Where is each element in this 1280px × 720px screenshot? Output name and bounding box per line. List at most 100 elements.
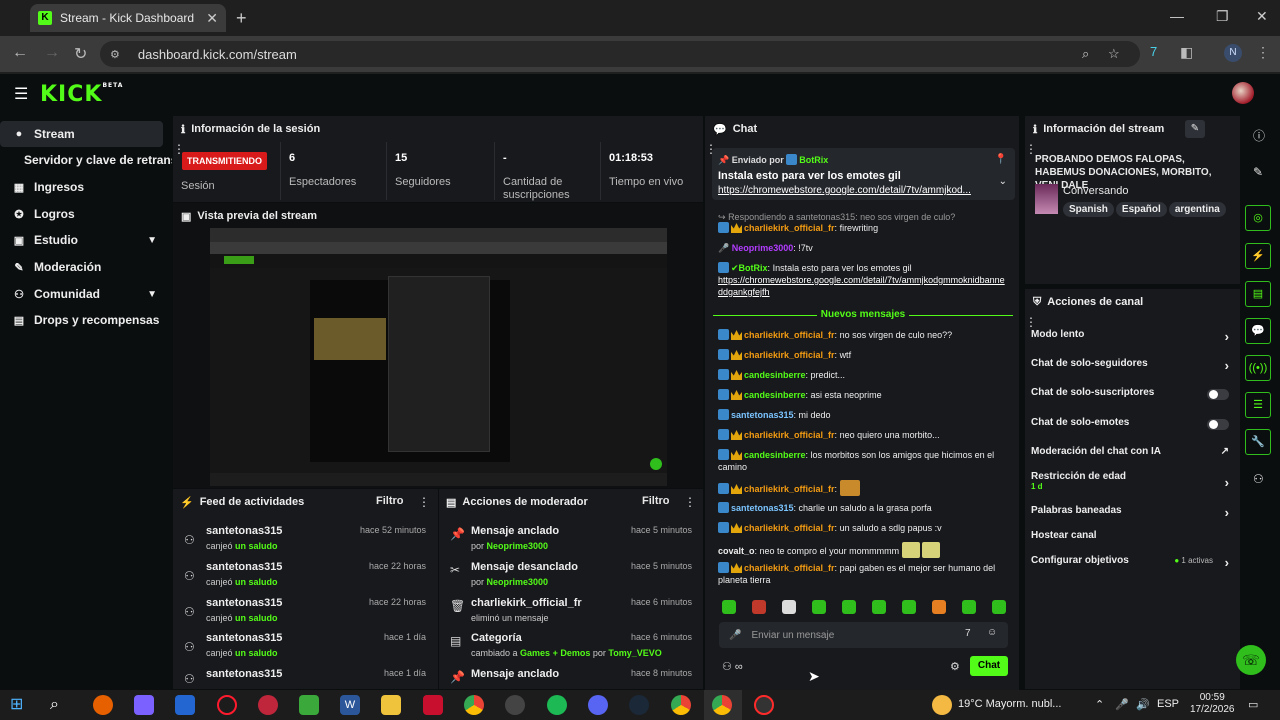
clip-icon[interactable]: ◎ — [1245, 205, 1271, 231]
close-window-icon[interactable]: ✕ — [1256, 8, 1268, 25]
chat-settings-gear-icon[interactable]: ⚙ — [950, 660, 960, 673]
action-ai-moderation[interactable]: Moderación del chat con IA ↗ — [1031, 446, 1229, 464]
pinned-link[interactable]: https://chromewebstore.google.com/detail… — [718, 185, 988, 196]
minimize-icon[interactable]: — — [1170, 8, 1184, 24]
forward-icon[interactable]: → — [44, 44, 60, 62]
discord-icon[interactable] — [588, 695, 608, 715]
zoom-icon[interactable]: ⌕ — [1082, 46, 1089, 62]
search-icon[interactable]: ⌕ — [50, 695, 70, 715]
emote-quick-icon[interactable] — [812, 600, 826, 614]
profile-avatar[interactable]: N — [1224, 44, 1242, 62]
user-avatar[interactable] — [1232, 82, 1254, 104]
chat-message[interactable]: charliekirk_official_fr: wtf — [718, 349, 1008, 361]
pinned-message[interactable]: 📌 Enviado por BotRix Instala esto para v… — [712, 148, 1015, 200]
chat-bubble-icon[interactable]: 💬 — [1245, 318, 1271, 344]
emotes-only-toggle[interactable] — [1207, 419, 1229, 430]
chat-message[interactable]: ✔BotRix: Instala esto para ver los emote… — [718, 262, 1008, 298]
action-slow-mode[interactable]: Modo lento › — [1031, 329, 1229, 347]
sidebar-item-logros[interactable]: ✪ Logros — [0, 201, 163, 227]
new-tab-icon[interactable]: + — [236, 8, 247, 29]
chat-message-input[interactable]: 🎤 Enviar un mensaje 7 ☺ — [719, 622, 1008, 648]
stream-preview-video[interactable] — [210, 228, 667, 486]
sidebar-item-comunidad[interactable]: ⚇ Comunidad ▼ — [0, 281, 163, 307]
chat-message[interactable]: charliekirk_official_fr: neo quiero una … — [718, 429, 1008, 441]
browser-tab[interactable]: K Stream - Kick Dashboard ✕ — [30, 4, 226, 32]
obs-icon[interactable] — [754, 695, 774, 715]
opera-icon[interactable] — [217, 695, 237, 715]
app-icon[interactable] — [423, 695, 443, 715]
menu-kebab-icon[interactable]: ⋮ — [1256, 44, 1270, 61]
emote-quick-icon[interactable] — [842, 600, 856, 614]
clipboard-icon[interactable]: ▤ — [1245, 281, 1271, 307]
extensions-puzzle-icon[interactable]: ◧ — [1180, 44, 1193, 61]
tray-chevron-icon[interactable]: ⌃ — [1095, 698, 1104, 711]
tools-icon[interactable]: 🔧 — [1245, 429, 1271, 455]
mod-menu-icon[interactable]: ⋮ — [684, 495, 696, 509]
chat-message[interactable]: covalt_o: neo te compro el your mommmmm — [718, 542, 1008, 558]
edit-pencil-icon[interactable]: ✎ — [1185, 120, 1205, 138]
site-info-icon[interactable]: ⚙ — [110, 48, 120, 61]
info-icon[interactable]: ⓘ — [1253, 127, 1265, 144]
close-tab-icon[interactable]: ✕ — [206, 10, 218, 27]
sidebar-item-server-key[interactable]: Servidor y clave de retransmisión — [0, 147, 172, 173]
language-indicator[interactable]: ESP — [1157, 698, 1179, 710]
bolt-icon[interactable]: ⚡ — [1245, 243, 1271, 269]
action-followers-only[interactable]: Chat de solo-seguidores › — [1031, 358, 1229, 376]
kick-logo[interactable]: KICKBETA — [40, 82, 123, 107]
7tv-emote-icon[interactable]: 7 — [965, 628, 971, 639]
sidebar-item-stream[interactable]: ● Stream — [0, 121, 163, 147]
file-explorer-icon[interactable] — [381, 695, 401, 715]
emote-quick-icon[interactable] — [992, 600, 1006, 614]
chat-message[interactable]: santetonas315: charlie un saludo a la gr… — [718, 502, 1008, 514]
windows-start-icon[interactable]: ⊞ — [10, 695, 30, 715]
unpin-icon[interactable]: 📍 — [995, 154, 1007, 165]
spotify-icon[interactable] — [547, 695, 567, 715]
back-icon[interactable]: ← — [12, 44, 28, 62]
action-configure-goals[interactable]: Configurar objetivos ● 1 activas › — [1031, 555, 1229, 573]
sidebar-item-estudio[interactable]: ▣ Estudio ▼ — [0, 227, 163, 253]
maximize-icon[interactable]: ❐ — [1216, 8, 1229, 25]
weather-text[interactable]: 19°C Mayorm. nubl... — [958, 698, 1061, 710]
chat-message[interactable]: charliekirk_official_fr: papi gaben es e… — [718, 562, 1008, 586]
address-bar[interactable]: ⚙ dashboard.kick.com/stream ⌕ ☆ — [100, 41, 1140, 67]
chrome-icon[interactable] — [671, 695, 691, 715]
list-icon[interactable]: ☰ — [1245, 392, 1271, 418]
edit-pencil-icon[interactable]: ✎ — [1253, 165, 1263, 179]
minecraft-icon[interactable] — [299, 695, 319, 715]
sidebar-item-moderacion[interactable]: ✎ Moderación — [0, 254, 163, 280]
copilot-icon[interactable] — [134, 695, 154, 715]
chat-message[interactable]: candesinberre: los morbitos son los amig… — [718, 449, 1008, 473]
emote-quick-icon[interactable] — [752, 600, 766, 614]
emote-quick-icon[interactable] — [902, 600, 916, 614]
emoji-icon[interactable]: ☺ — [987, 627, 997, 638]
community-icon[interactable]: ⚇ — [1253, 472, 1264, 486]
send-chat-button[interactable]: Chat — [970, 656, 1008, 676]
shield-app-icon[interactable] — [175, 695, 195, 715]
support-headset-icon[interactable]: ☏ — [1236, 645, 1266, 675]
chat-message[interactable]: candesinberre: predict... — [718, 369, 1008, 381]
channel-actions-menu-icon[interactable]: ⋮ — [1025, 315, 1037, 329]
chat-message[interactable]: santetonas315: mi dedo — [718, 409, 1008, 421]
broadcast-icon[interactable]: ((•)) — [1245, 355, 1271, 381]
channel-points-icon[interactable]: ⚇ ∞ — [722, 660, 743, 673]
chevron-down-icon[interactable]: ⌄ — [999, 176, 1007, 187]
chat-message[interactable]: candesinberre: asi esta neoprime — [718, 389, 1008, 401]
hamburger-menu-icon[interactable]: ☰ — [14, 84, 28, 104]
notifications-icon[interactable]: ▭ — [1248, 698, 1258, 711]
clock[interactable]: 00:59 17/2/2026 — [1190, 692, 1235, 716]
chat-message[interactable]: 🎤 Neoprime3000: !7tv — [718, 242, 1008, 254]
subs-only-toggle[interactable] — [1207, 389, 1229, 400]
steam-icon[interactable] — [629, 695, 649, 715]
app-icon[interactable] — [505, 695, 525, 715]
chat-message[interactable]: charliekirk_official_fr: un saludo a sdl… — [718, 522, 1008, 534]
action-age-restriction[interactable]: Restricción de edad 1 d › — [1031, 471, 1229, 495]
chrome-icon[interactable] — [464, 695, 484, 715]
chat-message[interactable]: charliekirk_official_fr: no sos virgen d… — [718, 329, 1008, 341]
opera-gx-icon[interactable] — [258, 695, 278, 715]
tag[interactable]: Spanish — [1063, 202, 1114, 217]
chat-message[interactable]: charliekirk_official_fr: firewriting — [718, 222, 1008, 234]
sidebar-item-ingresos[interactable]: ▦ Ingresos — [0, 174, 163, 200]
mod-filter-button[interactable]: Filtro — [642, 495, 670, 507]
emote-quick-icon[interactable] — [962, 600, 976, 614]
action-banned-words[interactable]: Palabras baneadas › — [1031, 505, 1229, 523]
